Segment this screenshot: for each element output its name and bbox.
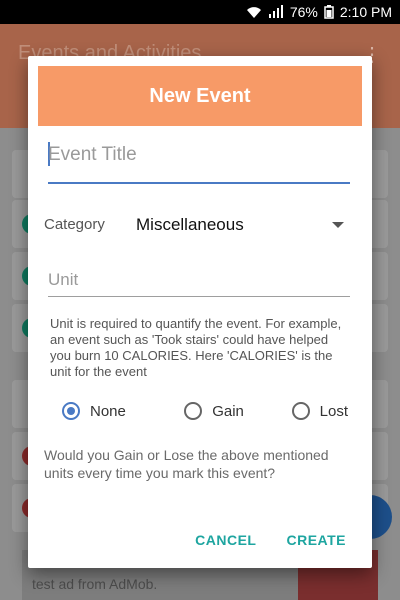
dialog-actions: CANCEL CREATE (195, 532, 346, 548)
ad-text: test ad from AdMob. (32, 576, 158, 592)
cancel-button[interactable]: CANCEL (195, 532, 256, 548)
radio-gain[interactable]: Gain (184, 402, 277, 420)
event-title-input[interactable] (48, 144, 350, 166)
dialog-title: New Event (149, 84, 251, 107)
radio-none[interactable]: None (62, 402, 170, 420)
battery-icon (324, 5, 334, 19)
create-button[interactable]: CREATE (286, 532, 346, 548)
category-dropdown[interactable]: Miscellaneous (136, 210, 348, 240)
radio-unchecked-icon (184, 402, 203, 420)
signal-icon (268, 5, 284, 19)
gain-lose-radio-group: None Gain Lost (62, 398, 362, 424)
unit-help-text: Unit is required to quantify the event. … (50, 316, 342, 379)
event-title-field[interactable] (48, 138, 350, 184)
unit-field[interactable] (48, 266, 350, 297)
new-event-dialog: New Event Category Miscellaneous Unit is… (28, 56, 372, 568)
clock: 2:10 PM (339, 4, 392, 20)
radio-label: Gain (212, 402, 244, 420)
radio-lost[interactable]: Lost (291, 402, 348, 420)
wifi-icon (246, 5, 262, 19)
category-label: Category (44, 216, 105, 233)
battery-percent: 76% (289, 4, 318, 20)
gain-lose-question: Would you Gain or Lose the above mention… (44, 447, 329, 481)
status-bar: 76% 2:10 PM (0, 0, 400, 24)
radio-unchecked-icon (291, 402, 310, 420)
unit-input[interactable] (48, 270, 350, 290)
category-value: Miscellaneous (136, 215, 244, 234)
dialog-header: New Event (38, 66, 362, 126)
radio-label: Lost (319, 402, 348, 420)
radio-label: None (90, 402, 126, 420)
radio-checked-icon (62, 402, 80, 420)
dropdown-arrow-icon (332, 222, 344, 228)
